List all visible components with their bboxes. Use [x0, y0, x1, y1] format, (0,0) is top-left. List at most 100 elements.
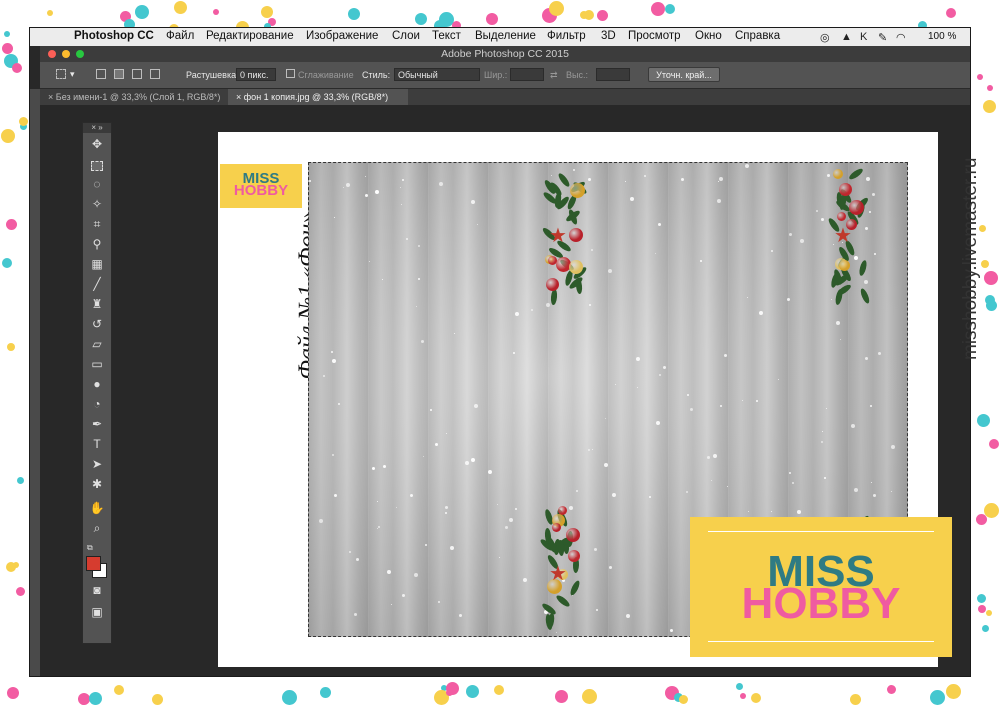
- menu-edit[interactable]: Редактирование: [206, 30, 294, 42]
- height-input[interactable]: [596, 68, 630, 81]
- close-window-button[interactable]: [48, 50, 56, 58]
- pine-needle: [550, 288, 558, 306]
- menu-image[interactable]: Изображение: [306, 30, 378, 42]
- zoom-window-button[interactable]: [76, 50, 84, 58]
- eraser-tool-icon[interactable]: ▱: [89, 337, 105, 351]
- wifi-icon[interactable]: ◠: [896, 31, 906, 44]
- confetti-dot: [887, 685, 897, 695]
- custom-shape-tool-icon[interactable]: ✱: [89, 477, 105, 491]
- tab-background-copy[interactable]: × фон 1 копия.jpg @ 33,3% (RGB/8*): [228, 89, 408, 105]
- new-selection-icon[interactable]: [96, 69, 106, 79]
- pine-needle: [847, 166, 865, 181]
- ornament-ball: [837, 211, 847, 221]
- quick-mask-icon[interactable]: ◙: [89, 583, 105, 597]
- type-tool-icon[interactable]: T: [89, 437, 105, 451]
- confetti-dot: [134, 5, 149, 20]
- tab-untitled[interactable]: × Без имени-1 @ 33,3% (Слой 1, RGB/8*): [40, 89, 228, 105]
- style-label: Стиль:: [362, 70, 391, 80]
- confetti-dot: [929, 690, 945, 705]
- foreground-color-swatch[interactable]: [86, 556, 101, 571]
- snowflake: [318, 519, 323, 524]
- intersect-selection-icon[interactable]: [150, 69, 160, 79]
- miss-hobby-small-logo: MISS HOBBY: [220, 164, 302, 208]
- snowflake: [386, 569, 391, 574]
- blur-tool-icon[interactable]: ●: [89, 377, 105, 391]
- brush-tool-icon[interactable]: ╱: [89, 277, 105, 291]
- confetti-dot: [548, 0, 564, 16]
- menu-filter[interactable]: Фильтр: [547, 30, 586, 42]
- subtract-selection-icon[interactable]: [132, 69, 142, 79]
- pen-tool-icon[interactable]: ✒: [89, 417, 105, 431]
- keyboard-icon[interactable]: K: [860, 31, 867, 43]
- snowflake: [471, 199, 476, 204]
- feather-input[interactable]: 0 пикс.: [236, 68, 276, 81]
- snowflake: [346, 182, 351, 187]
- snowflake: [374, 190, 379, 195]
- confetti-dot: [213, 9, 219, 16]
- creative-cloud-icon[interactable]: ◎: [820, 31, 830, 44]
- gradient-tool-icon[interactable]: ▭: [89, 357, 105, 371]
- marquee-preset-icon[interactable]: [56, 69, 66, 79]
- confetti-dot: [665, 3, 676, 14]
- tools-panel: × » ✥ ◌ ✧ ⌗ ⚲ ▦ ╱ ♜ ↺ ▱ ▭ ● ◔ ✒ T ➤ ✱ ✋ …: [82, 122, 112, 644]
- eyedropper-tool-icon[interactable]: ⚲: [89, 237, 105, 251]
- snowflake: [872, 192, 876, 196]
- rect-marquee-tool-icon[interactable]: [91, 161, 103, 171]
- snowflake: [473, 403, 478, 408]
- collapsed-panel-strip: [30, 89, 40, 676]
- width-input[interactable]: [510, 68, 544, 81]
- menu-view[interactable]: Просмотр: [628, 30, 681, 42]
- document-tabs: × Без имени-1 @ 33,3% (Слой 1, RGB/8*) ×…: [40, 89, 970, 105]
- menu-layers[interactable]: Слои: [392, 30, 420, 42]
- snowflake: [587, 449, 590, 452]
- close-tab-icon[interactable]: ×: [236, 92, 241, 102]
- close-tab-icon[interactable]: ×: [48, 92, 53, 102]
- history-brush-tool-icon[interactable]: ↺: [89, 317, 105, 331]
- snowflake: [685, 490, 688, 493]
- clone-stamp-tool-icon[interactable]: ♜: [89, 297, 105, 311]
- drive-icon[interactable]: ▲: [841, 31, 852, 43]
- add-selection-icon[interactable]: [114, 69, 124, 79]
- confetti-dot: [983, 99, 997, 113]
- confetti-dot: [988, 439, 999, 450]
- snowflake: [770, 250, 773, 253]
- crop-tool-icon[interactable]: ⌗: [89, 217, 105, 231]
- path-selection-tool-icon[interactable]: ➤: [89, 457, 105, 471]
- magic-wand-tool-icon[interactable]: ✧: [89, 197, 105, 211]
- menu-select[interactable]: Выделение: [475, 30, 536, 42]
- menu-window[interactable]: Окно: [695, 30, 722, 42]
- menu-file[interactable]: Файл: [166, 30, 194, 42]
- confetti-dot: [945, 7, 956, 18]
- confetti-dot: [596, 9, 608, 21]
- dodge-tool-icon[interactable]: ◔: [89, 397, 105, 411]
- ornament-ball: [569, 259, 584, 274]
- confetti-dot: [465, 684, 479, 698]
- swap-icon[interactable]: ⇄: [550, 70, 558, 81]
- menu-3d[interactable]: 3D: [601, 30, 616, 42]
- snowflake: [406, 237, 408, 240]
- confetti-dot: [174, 1, 188, 15]
- minimize-window-button[interactable]: [62, 50, 70, 58]
- move-tool-icon[interactable]: ✥: [89, 137, 105, 151]
- window-title: Adobe Photoshop CC 2015: [441, 48, 569, 60]
- default-colors-icon[interactable]: ⧉: [87, 543, 93, 553]
- confetti-dot: [320, 687, 332, 699]
- collapse-icon[interactable]: × »: [83, 123, 111, 133]
- pen-icon[interactable]: ✎: [878, 31, 887, 44]
- menu-help[interactable]: Справка: [735, 30, 780, 42]
- style-select[interactable]: Обычный: [394, 68, 480, 81]
- pine-needle: [858, 259, 869, 277]
- confetti-dot: [348, 8, 361, 21]
- confetti-dot: [985, 299, 997, 311]
- lasso-tool-icon[interactable]: ◌: [89, 177, 105, 191]
- menu-type[interactable]: Текст: [432, 30, 461, 42]
- screen-mode-icon[interactable]: ▣: [89, 605, 105, 619]
- confetti-dot: [0, 128, 15, 143]
- healing-brush-tool-icon[interactable]: ▦: [89, 257, 105, 271]
- chevron-down-icon[interactable]: ▾: [70, 69, 75, 80]
- antialias-checkbox[interactable]: [286, 69, 295, 78]
- menu-photoshop[interactable]: Photoshop CC: [74, 30, 154, 42]
- zoom-tool-icon[interactable]: ⌕: [89, 521, 105, 535]
- refine-edge-button[interactable]: Уточн. край...: [648, 67, 720, 82]
- hand-tool-icon[interactable]: ✋: [89, 501, 105, 515]
